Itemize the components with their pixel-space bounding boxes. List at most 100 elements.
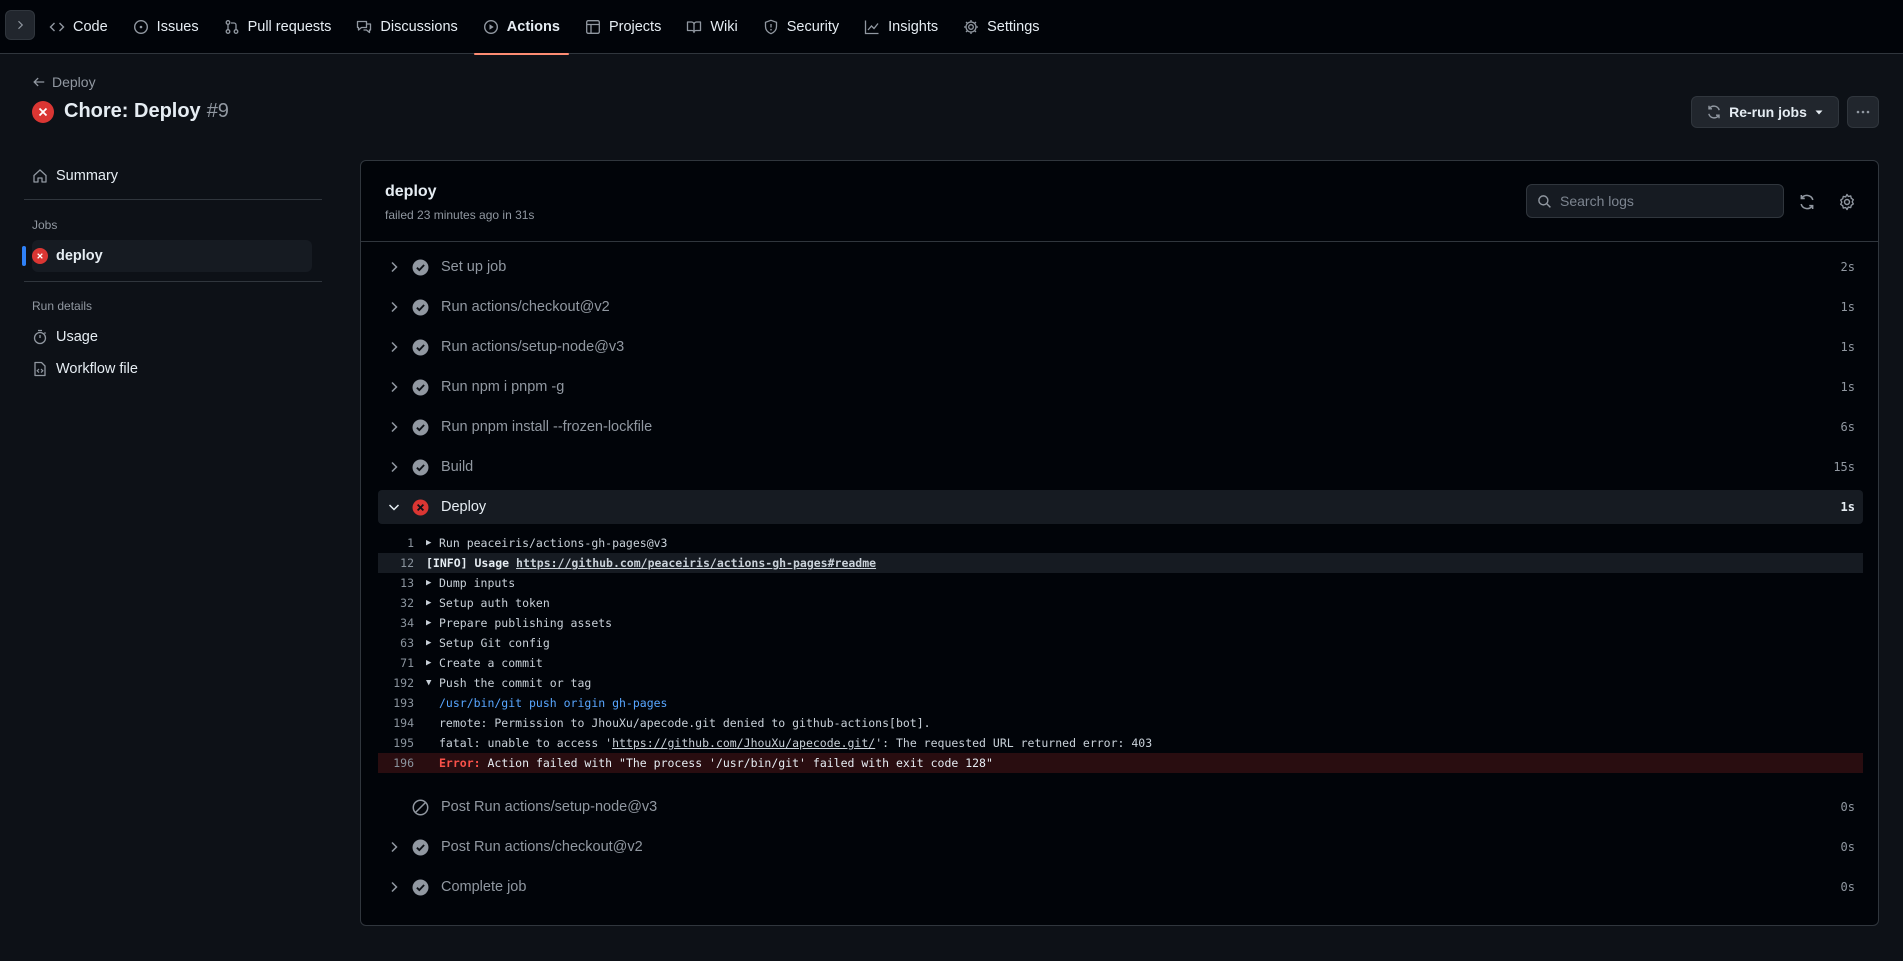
- step-run-checkout[interactable]: Run actions/checkout@v2 1s: [378, 290, 1863, 324]
- x-circle-icon: [32, 100, 54, 123]
- check-circle-icon: [412, 459, 429, 475]
- tab-label: Actions: [506, 19, 560, 35]
- tab-settings[interactable]: Settings: [954, 0, 1048, 54]
- step-post-run-checkout[interactable]: Post Run actions/checkout@v2 0s: [378, 830, 1863, 864]
- table-icon: [586, 20, 600, 34]
- rerun-jobs-button[interactable]: Re-run jobs: [1691, 96, 1839, 128]
- graph-icon: [864, 20, 879, 35]
- pull-request-icon: [225, 20, 239, 34]
- log-line[interactable]: 32 ▶ Setup auth token: [378, 593, 1863, 613]
- log-line[interactable]: 194 remote: Permission to JhouXu/apecode…: [378, 713, 1863, 733]
- tab-label: Settings: [987, 19, 1040, 35]
- log-group-title: Setup Git config: [439, 636, 550, 650]
- issue-icon: [133, 19, 148, 35]
- step-set-up-job[interactable]: Set up job 2s: [378, 250, 1863, 284]
- triangle-down-icon: ▼: [426, 678, 432, 688]
- triangle-down-icon: [1815, 110, 1823, 115]
- chevron-placeholder: [386, 799, 402, 815]
- tab-label: Insights: [888, 19, 939, 35]
- check-circle-icon: [412, 879, 429, 895]
- tab-actions[interactable]: Actions: [473, 0, 570, 55]
- repo-tabs: Code Issues Pull requests Discussions Ac…: [40, 0, 1056, 55]
- step-build[interactable]: Build 15s: [378, 450, 1863, 484]
- discussion-icon: [357, 20, 372, 34]
- check-circle-icon: [412, 299, 429, 315]
- back-to-workflow-link[interactable]: Deploy: [32, 74, 96, 90]
- tab-label: Projects: [608, 19, 662, 35]
- step-post-run-setup-node[interactable]: Post Run actions/setup-node@v3 0s: [378, 790, 1863, 824]
- tab-wiki[interactable]: Wiki: [677, 0, 746, 54]
- tab-label: Discussions: [380, 19, 458, 35]
- step-name: Post Run actions/setup-node@v3: [441, 799, 658, 815]
- log-link[interactable]: https://github.com/JhouXu/apecode.git/: [612, 736, 875, 750]
- refresh-icon[interactable]: [1798, 193, 1816, 211]
- step-name: Deploy: [441, 499, 487, 515]
- log-group-title: Prepare publishing assets: [439, 616, 613, 630]
- sync-icon: [1708, 105, 1720, 119]
- log-line[interactable]: 12 [INFO] Usage https://github.com/peace…: [378, 553, 1863, 573]
- log-line[interactable]: 193 /usr/bin/git push origin gh-pages: [378, 693, 1863, 713]
- step-deploy[interactable]: Deploy 1s: [378, 490, 1863, 524]
- chevron-right-icon: [391, 381, 398, 393]
- tab-insights[interactable]: Insights: [855, 0, 947, 54]
- tab-security[interactable]: Security: [754, 0, 848, 54]
- search-logs-input[interactable]: [1560, 193, 1770, 209]
- log-line-number: 34: [400, 616, 414, 630]
- log-line-number: 32: [400, 596, 414, 610]
- check-circle-icon: [412, 259, 429, 275]
- log-line[interactable]: 34 ▶ Prepare publishing assets: [378, 613, 1863, 633]
- triangle-right-icon: ▶: [426, 538, 432, 548]
- step-run-pnpm-install[interactable]: Run pnpm install --frozen-lockfile 6s: [378, 410, 1863, 444]
- sidebar-item-summary[interactable]: Summary: [32, 160, 314, 192]
- step-run-npm-install-pnpm[interactable]: Run npm i pnpm -g 1s: [378, 370, 1863, 404]
- tab-label: Issues: [156, 19, 199, 35]
- search-icon: [1538, 194, 1551, 208]
- log-line-number: 194: [393, 716, 414, 730]
- tab-discussions[interactable]: Discussions: [347, 0, 466, 54]
- skip-icon: [412, 799, 429, 815]
- step-name: Build: [441, 459, 474, 475]
- sidebar-toggle-button[interactable]: [5, 10, 35, 40]
- shield-icon: [764, 19, 777, 35]
- gear-icon[interactable]: [1838, 193, 1856, 211]
- chevron-right-icon: [391, 881, 398, 893]
- log-line[interactable]: 13 ▶ Dump inputs: [378, 573, 1863, 593]
- step-duration: 0s: [1840, 800, 1855, 814]
- check-circle-icon: [412, 839, 429, 855]
- log-line[interactable]: 63 ▶ Setup Git config: [378, 633, 1863, 653]
- log-group-title: Setup auth token: [439, 596, 550, 610]
- step-duration: 1s: [1840, 300, 1855, 314]
- sidebar-item-workflow-file[interactable]: Workflow file: [32, 353, 314, 385]
- step-run-setup-node[interactable]: Run actions/setup-node@v3 1s: [378, 330, 1863, 364]
- log-line[interactable]: 71 ▶ Create a commit: [378, 653, 1863, 673]
- log-line[interactable]: 192 ▼ Push the commit or tag: [378, 673, 1863, 693]
- step-name: Run actions/setup-node@v3: [441, 339, 625, 355]
- tab-label: Security: [786, 19, 840, 35]
- job-status-meta: failed 23 minutes ago in 31s: [385, 208, 535, 222]
- x-circle-icon: [412, 499, 429, 515]
- tab-issues[interactable]: Issues: [124, 0, 208, 54]
- step-complete-job[interactable]: Complete job 0s: [378, 870, 1863, 904]
- log-link[interactable]: https://github.com/peaceiris/actions-gh-…: [516, 556, 876, 570]
- step-name: Complete job: [441, 879, 527, 895]
- tab-projects[interactable]: Projects: [576, 0, 670, 54]
- stopwatch-icon: [33, 329, 47, 345]
- log-info-prefix: [INFO] Usage: [426, 556, 510, 570]
- log-line-number: 195: [393, 736, 414, 750]
- sidebar-item-label: Workflow file: [56, 361, 138, 377]
- triangle-right-icon: ▶: [426, 618, 432, 628]
- log-line-error[interactable]: 196 Error: Action failed with "The proce…: [378, 753, 1863, 773]
- log-line[interactable]: 195 fatal: unable to access ' https://git…: [378, 733, 1863, 753]
- log-line-number: 13: [400, 576, 414, 590]
- book-icon: [687, 21, 702, 34]
- log-line-number: 193: [393, 696, 414, 710]
- search-logs-field[interactable]: [1526, 184, 1784, 218]
- more-options-button[interactable]: [1847, 96, 1879, 128]
- sidebar-item-usage[interactable]: Usage: [32, 321, 314, 353]
- sidebar-item-deploy-job[interactable]: deploy: [22, 240, 312, 272]
- step-name: Run npm i pnpm -g: [441, 379, 565, 395]
- tab-pull-requests[interactable]: Pull requests: [215, 0, 341, 54]
- page-title: Chore: Deploy: [64, 100, 201, 122]
- log-line[interactable]: 1 ▶ Run peaceiris/actions-gh-pages@v3: [378, 533, 1863, 553]
- tab-code[interactable]: Code: [40, 0, 117, 54]
